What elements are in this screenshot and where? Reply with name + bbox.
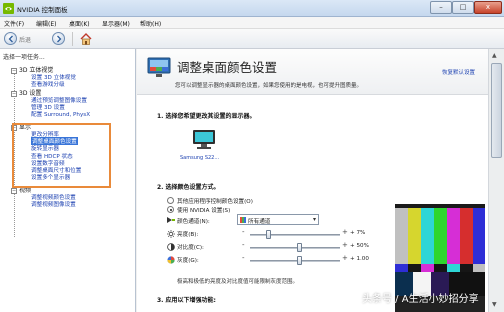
- radio-nvidia-label: 使用 NVIDIA 设置(S): [177, 208, 231, 214]
- menu-help[interactable]: 帮助(H): [140, 19, 161, 28]
- tree-item-surround-physx[interactable]: 配置 Surround, PhysX: [31, 110, 90, 118]
- contrast-increase[interactable]: +: [342, 241, 348, 249]
- contrast-slider-track[interactable]: [250, 247, 340, 249]
- radio-other-app-control[interactable]: [167, 197, 174, 204]
- page-description: 您可以调整显示器的桌面颜色设置，如果您使用的是电视，也可提升图质量。: [175, 83, 363, 89]
- nvidia-logo-icon: [3, 3, 14, 14]
- gamma-increase[interactable]: +: [342, 254, 348, 262]
- menu-file[interactable]: 文件(F): [4, 19, 24, 28]
- gamma-label: 灰度(G):: [177, 258, 199, 264]
- main-content: 调整桌面颜色设置 恢复默认设置 您可以调整显示器的桌面颜色设置，如果您使用的是电…: [137, 49, 488, 312]
- menu-edit[interactable]: 编辑(E): [36, 19, 56, 28]
- forward-button[interactable]: [52, 32, 65, 45]
- toolbar: 后退: [0, 29, 504, 49]
- page-header: 调整桌面颜色设置 恢复默认设置 您可以调整显示器的桌面颜色设置，如果您使用的是电…: [137, 49, 488, 95]
- brightness-slider-track[interactable]: [250, 234, 340, 236]
- gamma-decrease[interactable]: -: [242, 254, 245, 262]
- scroll-up-icon[interactable]: ▲: [492, 52, 497, 59]
- tree-item-video-image[interactable]: 调整视频图像设置: [31, 200, 76, 208]
- gamma-slider-knob[interactable]: [297, 256, 302, 265]
- monitor-label[interactable]: Samsung S22...: [180, 155, 219, 161]
- contrast-icon: [167, 243, 175, 251]
- color-channel-icon: [167, 217, 175, 223]
- tree-group-label: 视频: [19, 187, 32, 194]
- section2-heading: 2. 选择颜色设置方式。: [157, 184, 220, 191]
- contrast-value: + 50%: [350, 243, 369, 249]
- contrast-slider-knob[interactable]: [297, 243, 302, 252]
- task-tree-title: 选择一项任务...: [3, 54, 45, 61]
- brightness-increase[interactable]: +: [342, 228, 348, 236]
- brightness-decrease[interactable]: -: [242, 228, 245, 236]
- contrast-label: 对比度(C):: [177, 245, 204, 251]
- all-channels-icon: [240, 217, 246, 223]
- maximize-button[interactable]: □: [452, 1, 474, 14]
- menu-desktop[interactable]: 桌面(K): [69, 19, 90, 28]
- section1-heading: 1. 选择您希望更改其设置的显示器。: [157, 113, 256, 120]
- desktop-color-icon: [147, 57, 171, 77]
- monitor-icon[interactable]: [192, 129, 216, 150]
- collapse-icon[interactable]: −: [11, 90, 17, 97]
- back-arrow-icon: [8, 35, 13, 43]
- radio-other-app-label: 其他应用程序控制颜色设置(O): [177, 199, 253, 205]
- menu-bar: 文件(F) 编辑(E) 桌面(K) 显示器(M) 帮助(H): [0, 17, 504, 29]
- forward-arrow-icon: [57, 35, 62, 43]
- chevron-down-icon: ▾: [312, 216, 316, 223]
- radio-use-nvidia-settings[interactable]: [167, 206, 174, 213]
- brightness-slider-knob[interactable]: [265, 230, 271, 239]
- scroll-down-icon[interactable]: ▼: [492, 301, 497, 308]
- tree-item-game-ratings[interactable]: 查看游戏分级: [31, 80, 65, 88]
- back-button[interactable]: [4, 32, 17, 45]
- window-title: NVIDIA 控制面板: [17, 6, 68, 14]
- page-title: 调整桌面颜色设置: [177, 60, 278, 75]
- gamma-icon: [167, 256, 175, 264]
- restore-defaults-link[interactable]: 恢复默认设置: [442, 68, 475, 76]
- annotation-highlight-box: [12, 123, 111, 188]
- brightness-icon: [167, 230, 175, 238]
- collapse-icon[interactable]: −: [11, 187, 17, 194]
- close-button[interactable]: x: [474, 1, 502, 14]
- gamma-value: + 1.00: [350, 256, 369, 262]
- color-channel-value: 所有通道: [248, 219, 271, 225]
- toolbar-separator: [72, 32, 73, 46]
- watermark-text: 头条号 / A生活小妙招分享: [362, 294, 479, 305]
- home-icon[interactable]: [79, 32, 93, 46]
- menu-display[interactable]: 显示器(M): [102, 19, 130, 28]
- gamma-slider-track[interactable]: [250, 260, 340, 262]
- contrast-decrease[interactable]: -: [242, 241, 245, 249]
- section3-heading: 3. 应用以下增强功能:: [157, 297, 216, 304]
- minimize-button[interactable]: –: [430, 1, 452, 14]
- collapse-icon[interactable]: −: [11, 67, 17, 74]
- color-channel-label: 颜色通道(N):: [177, 219, 210, 225]
- contrast-warning-note: 极高和极低的亮度及对比度值可能限制灰度范围。: [177, 279, 299, 285]
- nvidia-control-panel-window: NVIDIA 控制面板 – □ x 文件(F) 编辑(E) 桌面(K) 显示器(…: [0, 0, 504, 312]
- brightness-label: 亮度(B):: [177, 232, 199, 238]
- back-label: 后退: [19, 37, 32, 44]
- title-bar: NVIDIA 控制面板 – □ x: [0, 0, 504, 17]
- vertical-scrollbar[interactable]: ▲ ▼: [488, 49, 504, 312]
- color-channel-dropdown[interactable]: 所有通道 ▾: [237, 214, 319, 225]
- scrollbar-thumb[interactable]: [491, 63, 502, 158]
- brightness-value: + 7%: [350, 230, 366, 236]
